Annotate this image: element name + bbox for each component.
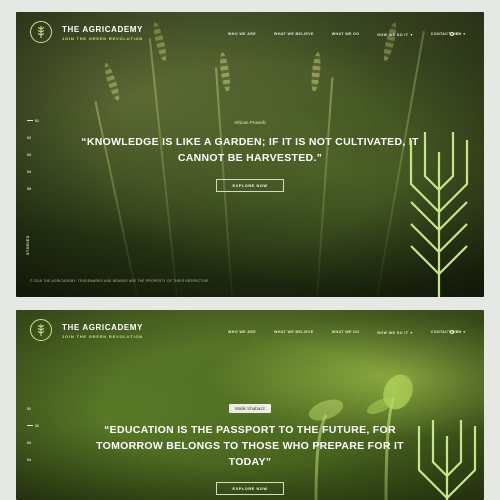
brand-name[interactable]: THE AGRICADEMY <box>62 323 143 332</box>
main-nav: WHO WE ARE WHAT WE BELIEVE WHAT WE DO HO… <box>228 32 476 37</box>
nav-item-what-we-do[interactable]: WHAT WE DO <box>332 330 360 335</box>
wheat-emblem-icon <box>409 132 469 297</box>
explore-now-button[interactable]: EXPLORE NOW <box>216 179 284 192</box>
pager-item[interactable]: 02 <box>27 417 39 434</box>
brand-name[interactable]: THE AGRICADEMY <box>62 25 143 34</box>
language-selector[interactable]: EN ▾ <box>450 329 465 334</box>
hero-quote: “KNOWLEDGE IS LIKE A GARDEN; IF IT IS NO… <box>81 136 419 164</box>
wheat-icon[interactable] <box>30 21 52 43</box>
wheat-icon[interactable] <box>30 319 52 341</box>
brand-tagline: JOIN THE GREEN REVOLUTION <box>62 334 144 339</box>
chevron-down-icon: ▾ <box>410 32 413 37</box>
pager-item[interactable]: 04 <box>27 163 39 180</box>
quote-author: Malik Shabazz <box>16 404 484 413</box>
nav-item-how-we-do-it[interactable]: HOW WE DO IT ▾ <box>377 32 412 37</box>
language-selector[interactable]: EN ▾ <box>450 31 465 36</box>
nav-item-how-we-do-it[interactable]: HOW WE DO IT ▾ <box>377 330 412 335</box>
wheat-emblem-icon <box>417 420 477 500</box>
nav-item-what-we-believe[interactable]: WHAT WE BELIEVE <box>274 32 314 37</box>
chevron-down-icon: ▾ <box>463 330 466 334</box>
chevron-down-icon: ▾ <box>410 330 413 335</box>
site-header: THE AGRICADEMY JOIN THE GREEN REVOLUTION… <box>16 310 484 350</box>
nav-item-what-we-do[interactable]: WHAT WE DO <box>332 32 360 37</box>
nav-item-what-we-believe[interactable]: WHAT WE BELIEVE <box>274 330 314 335</box>
pager-item[interactable]: 05 <box>27 180 39 197</box>
hero-panel-seedling: THE AGRICADEMY JOIN THE GREEN REVOLUTION… <box>16 310 484 500</box>
brand-tagline: JOIN THE GREEN REVOLUTION <box>62 36 144 41</box>
quote-author: African Proverb <box>234 120 266 125</box>
stories-link[interactable]: STORIES <box>26 235 30 255</box>
globe-icon <box>450 329 454 334</box>
hero-panel-wheat: THE AGRICADEMY JOIN THE GREEN REVOLUTION… <box>16 12 484 297</box>
globe-icon <box>450 31 454 36</box>
main-nav: WHO WE ARE WHAT WE BELIEVE WHAT WE DO HO… <box>228 330 476 335</box>
nav-item-who-we-are[interactable]: WHO WE ARE <box>228 32 256 37</box>
copyright-text: © 2018 THE AGRICADEMY. TRADEMARKS AND BR… <box>30 279 209 283</box>
pager-item[interactable]: 03 <box>27 434 39 451</box>
pager-item[interactable]: 04 <box>27 451 39 468</box>
site-header: THE AGRICADEMY JOIN THE GREEN REVOLUTION… <box>16 12 484 52</box>
nav-item-who-we-are[interactable]: WHO WE ARE <box>228 330 256 335</box>
pager-item[interactable]: 02 <box>27 129 39 146</box>
pager-item[interactable]: 03 <box>27 146 39 163</box>
hero-quote: “EDUCATION IS THE PASSPORT TO THE FUTURE… <box>96 424 404 468</box>
chevron-down-icon: ▾ <box>463 32 466 36</box>
explore-now-button[interactable]: EXPLORE NOW <box>216 482 284 495</box>
